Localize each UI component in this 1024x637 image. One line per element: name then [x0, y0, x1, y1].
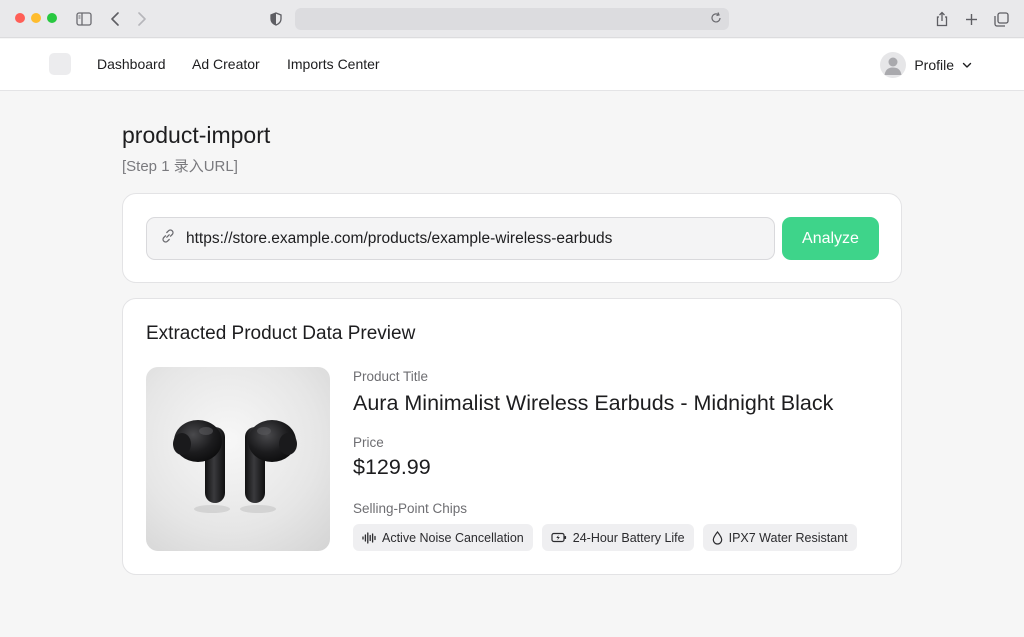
chip-water-resistant[interactable]: IPX7 Water Resistant [702, 524, 857, 551]
back-icon[interactable] [105, 9, 125, 29]
tab-overview-icon[interactable] [991, 9, 1011, 29]
app-logo[interactable] [49, 53, 71, 75]
product-url-field[interactable]: https://store.example.com/products/examp… [146, 217, 775, 260]
selling-point-chips: Active Noise Cancellation 24-Hour Batter… [353, 524, 857, 551]
minimize-window-button[interactable] [31, 13, 41, 23]
avatar [880, 52, 907, 78]
address-bar[interactable] [295, 8, 729, 30]
privacy-shield-icon[interactable] [266, 9, 286, 29]
reload-icon[interactable] [709, 11, 723, 30]
chip-label: IPX7 Water Resistant [728, 530, 848, 545]
profile-label: Profile [914, 57, 954, 73]
nav-item-imports-center[interactable]: Imports Center [287, 56, 380, 72]
link-icon [160, 228, 176, 249]
browser-toolbar [0, 0, 1024, 38]
nav-item-ad-creator[interactable]: Ad Creator [192, 56, 260, 72]
new-tab-icon[interactable] [961, 9, 981, 29]
water-drop-icon [712, 530, 723, 545]
waveform-icon [362, 531, 376, 544]
analyze-button[interactable]: Analyze [782, 217, 879, 260]
product-url-value: https://store.example.com/products/examp… [186, 229, 613, 247]
product-image [146, 367, 330, 551]
chip-label: Active Noise Cancellation [382, 530, 524, 545]
price-label: Price [353, 435, 384, 450]
step-subtitle: [Step 1 录入URL] [122, 158, 238, 175]
product-preview-card: Extracted Product Data Preview Product T… [122, 298, 902, 575]
chevron-down-icon [962, 56, 972, 74]
profile-menu[interactable]: Profile [880, 51, 972, 79]
nav-item-dashboard[interactable]: Dashboard [97, 56, 166, 72]
share-icon[interactable] [932, 9, 952, 29]
product-title-value: Aura Minimalist Wireless Earbuds - Midni… [353, 391, 834, 415]
app-navbar: Dashboard Ad Creator Imports Center Prof… [0, 39, 1024, 91]
product-title-label: Product Title [353, 369, 429, 384]
close-window-button[interactable] [15, 13, 25, 23]
preview-heading: Extracted Product Data Preview [146, 323, 416, 344]
price-value: $129.99 [353, 455, 431, 479]
chip-label: 24-Hour Battery Life [572, 530, 685, 545]
chip-noise-cancellation[interactable]: Active Noise Cancellation [353, 524, 533, 551]
selling-point-chips-label: Selling-Point Chips [353, 501, 468, 516]
zoom-window-button[interactable] [47, 13, 57, 23]
chip-battery-life[interactable]: 24-Hour Battery Life [541, 524, 694, 551]
forward-icon[interactable] [132, 9, 152, 29]
battery-icon [551, 532, 567, 543]
url-input-card: https://store.example.com/products/examp… [122, 193, 902, 283]
page-title: product-import [122, 122, 271, 148]
sidebar-toggle-icon[interactable] [74, 9, 94, 29]
